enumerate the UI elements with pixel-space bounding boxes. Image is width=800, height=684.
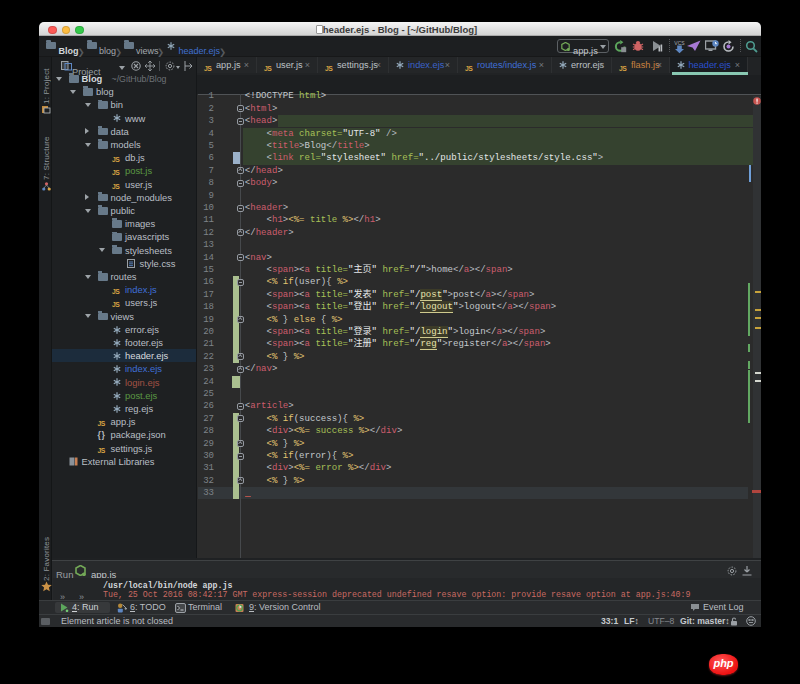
svg-text:VCS: VCS xyxy=(674,39,685,45)
